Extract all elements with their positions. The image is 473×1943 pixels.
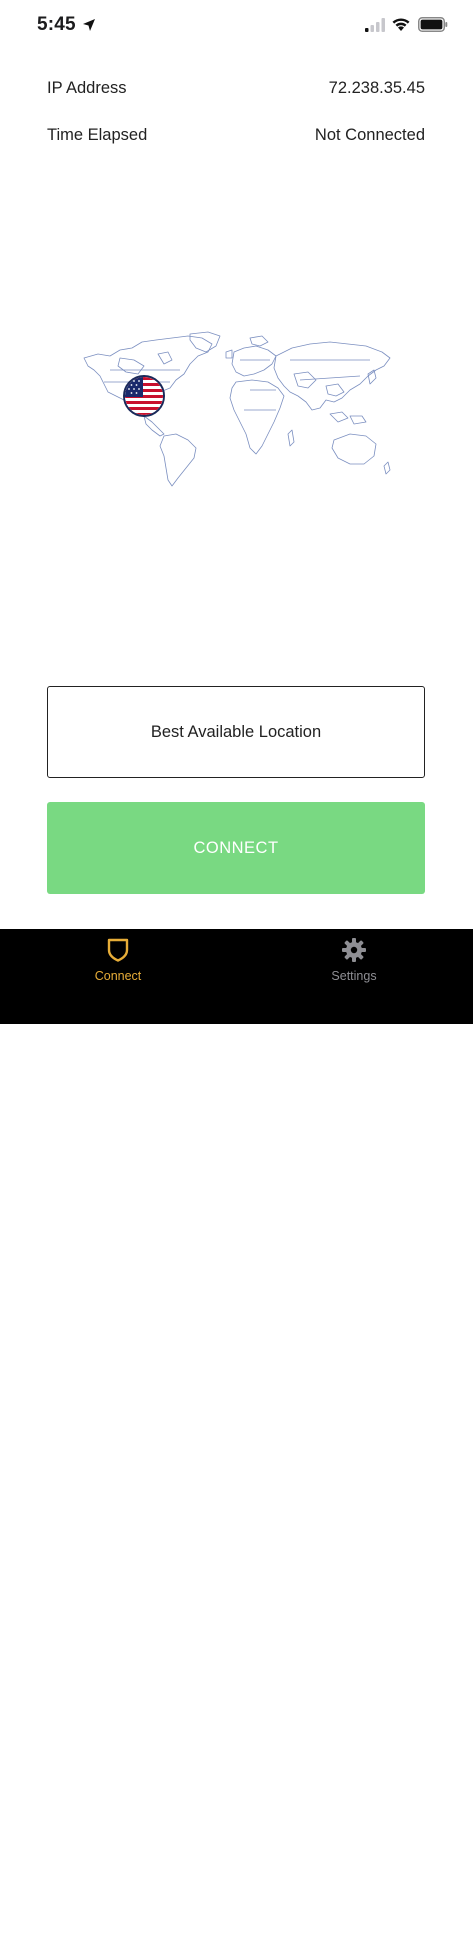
connect-button-label: CONNECT bbox=[193, 838, 279, 857]
battery-icon bbox=[418, 17, 448, 32]
status-bar: 5:45 bbox=[0, 0, 473, 50]
cellular-signal-icon bbox=[365, 18, 385, 32]
time-elapsed-row: Time Elapsed Not Connected bbox=[47, 123, 425, 147]
time-elapsed-label: Time Elapsed bbox=[47, 125, 148, 144]
world-map bbox=[83, 331, 391, 487]
shield-icon bbox=[107, 938, 129, 962]
location-arrow-icon bbox=[83, 19, 95, 31]
connect-button[interactable]: CONNECT bbox=[47, 802, 425, 894]
wifi-icon bbox=[392, 18, 410, 31]
ip-address-label: IP Address bbox=[47, 78, 127, 97]
tab-connect-label: Connect bbox=[94, 969, 142, 983]
ip-address-value: 72.238.35.45 bbox=[328, 78, 425, 97]
us-flag-icon[interactable] bbox=[123, 375, 165, 417]
tab-settings[interactable]: Settings bbox=[294, 937, 414, 983]
us-flag-graphic bbox=[125, 377, 163, 415]
location-select-label: Best Available Location bbox=[150, 722, 322, 741]
tab-settings-label: Settings bbox=[331, 969, 377, 983]
home-indicator[interactable] bbox=[153, 1938, 321, 1943]
tab-connect[interactable]: Connect bbox=[58, 937, 178, 983]
status-time: 5:45 bbox=[37, 14, 76, 35]
ip-address-row: IP Address 72.238.35.45 bbox=[47, 76, 425, 100]
time-elapsed-value: Not Connected bbox=[314, 125, 425, 144]
location-select-button[interactable]: Best Available Location bbox=[47, 686, 425, 778]
tab-bar: Connect Settings bbox=[0, 929, 473, 1943]
gear-icon bbox=[342, 938, 366, 962]
